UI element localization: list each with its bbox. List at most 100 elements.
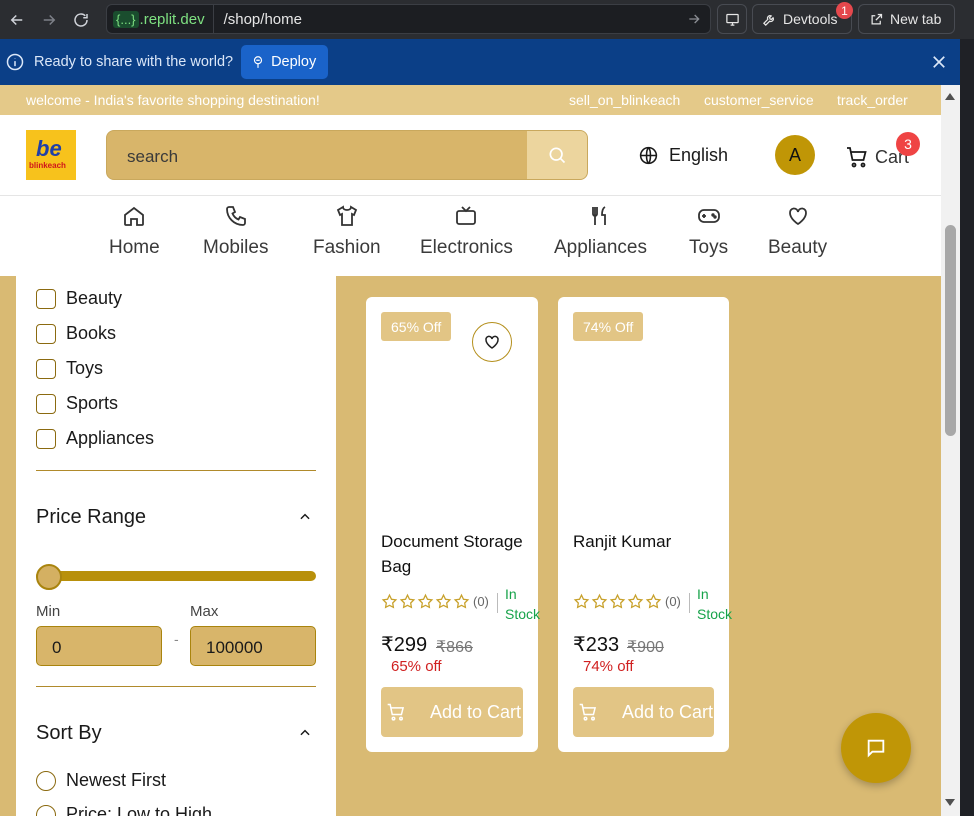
- go-arrow-icon[interactable]: [686, 11, 702, 27]
- sort-price-low-high[interactable]: Price: Low to High: [36, 804, 212, 816]
- back-icon[interactable]: [2, 5, 32, 35]
- nav-appliances[interactable]: Appliances: [554, 204, 647, 259]
- add-to-cart-button[interactable]: Add to Cart: [381, 687, 523, 737]
- star-icon: [573, 593, 590, 609]
- add-to-cart-button[interactable]: Add to Cart: [573, 687, 714, 737]
- product-name[interactable]: Ranjit Kumar: [573, 529, 718, 554]
- devtools-badge: 1: [836, 2, 853, 19]
- devtools-label: Devtools: [783, 11, 838, 27]
- domain-chip: {...} .replit.dev: [107, 5, 214, 33]
- product-card[interactable]: 74% Off Ranjit Kumar (0) In Stock ₹233 ₹…: [558, 297, 733, 752]
- filter-category-books[interactable]: Books: [36, 323, 116, 344]
- divider: [36, 686, 316, 687]
- rating-stars: [573, 593, 663, 610]
- radio[interactable]: [36, 804, 56, 816]
- product-mrp: ₹866: [436, 639, 473, 656]
- tv-icon: [456, 206, 477, 225]
- category-nav: Home Mobiles Fashion Electronics Applian…: [0, 196, 941, 276]
- scroll-up-arrow-icon[interactable]: [945, 93, 955, 100]
- scrollbar-thumb[interactable]: [945, 225, 956, 436]
- add-to-cart-label: Add to Cart: [622, 701, 714, 722]
- devtools-button[interactable]: Devtools 1: [752, 2, 853, 34]
- filter-category-appliances[interactable]: Appliances: [36, 428, 154, 449]
- nav-mobiles[interactable]: Mobiles: [203, 204, 268, 259]
- deploy-banner: Ready to share with the world? Deploy: [0, 39, 960, 85]
- address-bar[interactable]: {...} .replit.dev /shop/home: [106, 4, 711, 34]
- search-placeholder: search: [127, 147, 179, 166]
- star-icon: [645, 593, 662, 609]
- customer-service-link[interactable]: customer_service: [704, 92, 814, 108]
- new-tab-label: New tab: [890, 11, 942, 27]
- product-name[interactable]: Document Storage Bag: [381, 529, 526, 579]
- phone-icon: [225, 206, 246, 226]
- min-price-input[interactable]: 0: [36, 626, 162, 666]
- nav-fashion[interactable]: Fashion: [313, 204, 381, 259]
- price-slider-handle[interactable]: [36, 564, 62, 590]
- checkbox[interactable]: [36, 393, 56, 414]
- scroll-down-arrow-icon[interactable]: [945, 799, 955, 806]
- chevron-up-icon[interactable]: [298, 726, 312, 740]
- brand-logo[interactable]: be blinkeach: [26, 130, 76, 180]
- filter-category-toys[interactable]: Toys: [36, 358, 103, 379]
- star-icon: [435, 593, 452, 609]
- deploy-icon: [253, 56, 263, 68]
- star-icon: [591, 593, 608, 609]
- svg-text:be: be: [36, 136, 62, 161]
- nav-home[interactable]: Home: [109, 204, 160, 259]
- checkbox[interactable]: [36, 323, 56, 344]
- url-path[interactable]: /shop/home: [224, 11, 302, 28]
- checkbox[interactable]: [36, 288, 56, 309]
- wishlist-button[interactable]: [472, 322, 512, 362]
- price-range-title: Price Range: [36, 506, 147, 528]
- globe-icon: [639, 146, 658, 165]
- range-dash: -: [174, 631, 179, 647]
- radio-label: Price: Low to High: [66, 804, 213, 816]
- nav-electronics[interactable]: Electronics: [420, 204, 513, 259]
- deploy-button[interactable]: Deploy: [241, 45, 329, 79]
- shop-page: welcome - India's favorite shopping dest…: [0, 85, 941, 816]
- track-order-link[interactable]: track_order: [837, 92, 908, 108]
- sort-newest[interactable]: Newest First: [36, 770, 166, 791]
- heart-icon: [788, 207, 807, 226]
- max-price-input[interactable]: 100000: [190, 626, 316, 666]
- radio[interactable]: [36, 770, 56, 791]
- discount-percent: 74% off: [583, 658, 634, 675]
- chat-button[interactable]: [841, 713, 911, 783]
- nav-toys[interactable]: Toys: [689, 204, 728, 259]
- screen-toggle-button[interactable]: [717, 4, 747, 34]
- search-input[interactable]: search: [106, 130, 588, 180]
- radio-label: Newest First: [66, 770, 167, 790]
- reload-icon[interactable]: [66, 5, 96, 35]
- nav-appliances-label: Appliances: [554, 237, 647, 258]
- avatar[interactable]: A: [775, 135, 815, 175]
- stock-status: In Stock: [697, 586, 733, 622]
- price-slider-track[interactable]: [36, 571, 316, 581]
- page-scrollbar[interactable]: [941, 85, 960, 816]
- utensils-icon: [592, 206, 607, 225]
- checkbox[interactable]: [36, 358, 56, 379]
- divider: [36, 470, 316, 471]
- checkbox-label: Books: [66, 323, 117, 343]
- top-strip: welcome - India's favorite shopping dest…: [0, 85, 941, 115]
- filter-category-sports[interactable]: Sports: [36, 393, 118, 414]
- nav-beauty[interactable]: Beauty: [768, 204, 827, 259]
- new-tab-button[interactable]: New tab: [858, 4, 955, 34]
- language-selector[interactable]: English: [638, 145, 728, 166]
- home-icon: [124, 206, 145, 226]
- wrench-icon: [762, 14, 774, 26]
- search-button[interactable]: [527, 131, 587, 179]
- heart-icon: [485, 335, 499, 349]
- checkbox[interactable]: [36, 428, 56, 449]
- chevron-up-icon[interactable]: [298, 510, 312, 524]
- window-edge: [960, 39, 974, 816]
- domain-text: .replit.dev: [139, 10, 205, 28]
- checkbox-label: Sports: [66, 393, 119, 413]
- forward-icon[interactable]: [34, 5, 64, 35]
- sell-link[interactable]: sell_on_blinkeach: [569, 92, 680, 108]
- filter-category-beauty[interactable]: Beauty: [36, 288, 122, 309]
- product-card[interactable]: 65% Off Document Storage Bag (0) In Stoc…: [366, 297, 540, 752]
- checkbox-label: Appliances: [66, 428, 155, 448]
- close-icon[interactable]: [930, 53, 948, 71]
- language-label: English: [669, 145, 729, 165]
- nav-toys-label: Toys: [689, 237, 729, 258]
